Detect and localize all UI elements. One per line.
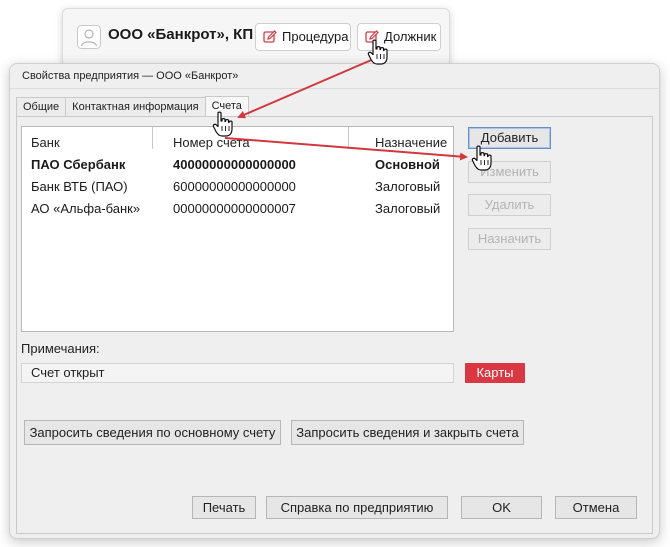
ok-button[interactable]: OK (461, 496, 542, 519)
table-row[interactable]: Банк ВТБ (ПАО) 60000000000000000 Залогов… (22, 176, 453, 198)
cards-button[interactable]: Карты (465, 363, 525, 383)
tab-accounts[interactable]: Счета (204, 96, 249, 118)
cell-purpose: Залоговый (375, 201, 441, 216)
request-main-account-button[interactable]: Запросить сведения по основному счету (24, 420, 281, 445)
accounts-table[interactable]: Банк Номер счета Назначение ПАО Сбербанк… (21, 126, 454, 332)
debtor-button-label: Должник (384, 29, 437, 44)
assign-button[interactable]: Назначить (468, 228, 551, 250)
debtor-button[interactable]: Должник (357, 23, 441, 51)
notes-field[interactable]: Счет открыт (21, 363, 454, 383)
cell-number: 60000000000000000 (173, 179, 296, 194)
cell-bank: АО «Альфа-банк» (31, 201, 141, 216)
column-header-number[interactable]: Номер счета (173, 127, 250, 155)
org-name: ООО «Банкрот», КП (108, 26, 254, 43)
cell-number: 00000000000000007 (173, 201, 296, 216)
table-row[interactable]: АО «Альфа-банк» 00000000000000007 Залого… (22, 198, 453, 220)
user-avatar-icon (77, 25, 101, 49)
procedure-button[interactable]: Процедура (255, 23, 351, 51)
print-button[interactable]: Печать (192, 496, 256, 519)
column-separator[interactable] (348, 127, 349, 149)
add-button[interactable]: Добавить (468, 127, 551, 149)
edit-button[interactable]: Изменить (468, 161, 551, 183)
title-divider (10, 88, 659, 89)
column-header-purpose[interactable]: Назначение (375, 127, 447, 155)
tab-contacts[interactable]: Контактная информация (65, 97, 206, 117)
dialog-title: Свойства предприятия — ООО «Банкрот» (22, 70, 239, 82)
cell-bank: Банк ВТБ (ПАО) (31, 179, 128, 194)
column-separator[interactable] (152, 127, 153, 149)
delete-button[interactable]: Удалить (468, 194, 551, 216)
enterprise-card: ООО «Банкрот», КП Процедура Должник (62, 8, 450, 68)
column-header-bank[interactable]: Банк (31, 127, 60, 155)
cell-bank: ПАО Сбербанк (31, 157, 126, 172)
edit-pencil-icon (365, 30, 379, 43)
edit-pencil-icon (263, 30, 277, 43)
cell-purpose: Основной (375, 157, 440, 172)
procedure-button-label: Процедура (282, 29, 349, 44)
request-close-accounts-button[interactable]: Запросить сведения и закрыть счета (291, 420, 524, 445)
cancel-button[interactable]: Отмена (555, 496, 637, 519)
notes-label: Примечания: (21, 341, 100, 356)
enterprise-reference-button[interactable]: Справка по предприятию (266, 496, 448, 519)
tab-bar: Общие Контактная информация Счета (16, 96, 249, 118)
cell-purpose: Залоговый (375, 179, 441, 194)
enterprise-properties-dialog: Свойства предприятия — ООО «Банкрот» Общ… (9, 63, 660, 539)
cell-number: 40000000000000000 (173, 157, 296, 172)
table-row[interactable]: ПАО Сбербанк 40000000000000000 Основной (22, 154, 453, 176)
tab-general[interactable]: Общие (16, 97, 67, 117)
